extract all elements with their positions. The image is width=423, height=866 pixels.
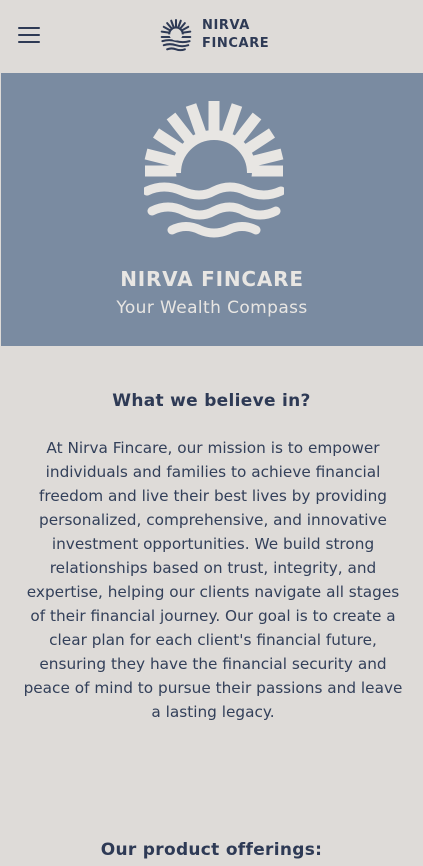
brand-name: NIRVA FINCARE [202,17,269,53]
hero-title: NIRVA FINCARE [120,267,304,291]
hero-banner: NIRVA FINCARE Your Wealth Compass [1,73,423,346]
brand-line-2: FINCARE [202,36,270,51]
hero-tagline: Your Wealth Compass [116,298,308,318]
offerings-heading: Our product offerings: [100,840,323,860]
hamburger-menu-icon[interactable] [18,27,40,44]
brand-line-1: NIRVA [202,18,250,33]
brand-logo[interactable]: NIRVA FINCARE [159,17,269,53]
sun-waves-logo-icon [144,101,284,239]
mission-statement: At Nirva Fincare, our mission is to empo… [23,439,403,721]
beliefs-heading: What we believe in? [112,391,311,411]
sun-waves-logo-icon [160,19,192,52]
header-spacer [0,58,423,73]
top-header: NIRVA FINCARE [0,0,423,59]
